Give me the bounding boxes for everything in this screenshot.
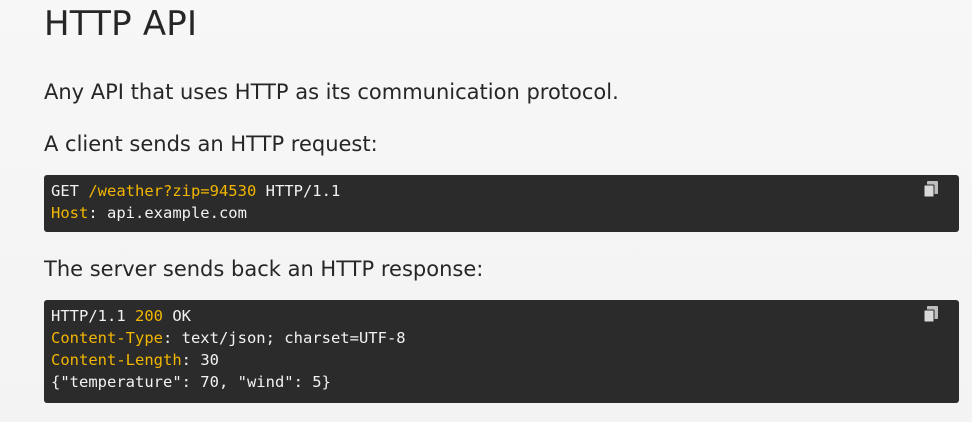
response-body: {"temperature": 70, "wind": 5}: [51, 373, 331, 391]
code-line: Content-Length: 30: [51, 349, 952, 371]
header-value: : text/json; charset=UTF-8: [162, 329, 406, 347]
code-line: Host: api.example.com: [51, 202, 952, 224]
copy-icon: [923, 181, 938, 198]
copy-button[interactable]: [921, 179, 941, 199]
request-code-block: GET /weather?zip=94530 HTTP/1.1 Host: ap…: [44, 175, 959, 232]
request-path: /weather?zip=94530: [88, 182, 257, 200]
http-version: HTTP/1.1: [256, 182, 341, 200]
page-title: HTTP API: [44, 4, 198, 44]
header-key: Content-Type: [51, 329, 163, 347]
header-key: Host: [51, 204, 89, 222]
copy-icon: [923, 306, 938, 323]
header-key: Content-Length: [51, 351, 182, 369]
response-intro: The server sends back an HTTP response:: [44, 257, 484, 281]
request-intro: A client sends an HTTP request:: [44, 132, 378, 156]
code-line: Content-Type: text/json; charset=UTF-8: [51, 327, 952, 349]
code-line: {"temperature": 70, "wind": 5}: [51, 371, 952, 393]
copy-button[interactable]: [921, 304, 941, 324]
status-code: 200: [135, 307, 163, 325]
http-version: HTTP/1.1: [51, 307, 135, 325]
header-value: : 30: [181, 351, 219, 369]
status-reason: OK: [163, 307, 191, 325]
code-line: HTTP/1.1 200 OK: [51, 305, 952, 327]
response-code-block: HTTP/1.1 200 OK Content-Type: text/json;…: [44, 300, 959, 403]
http-method: GET: [51, 182, 89, 200]
intro-paragraph: Any API that uses HTTP as its communicat…: [44, 80, 619, 104]
code-line: GET /weather?zip=94530 HTTP/1.1: [51, 180, 952, 202]
header-value: : api.example.com: [88, 204, 247, 222]
document-page: HTTP API Any API that uses HTTP as its c…: [0, 0, 972, 422]
